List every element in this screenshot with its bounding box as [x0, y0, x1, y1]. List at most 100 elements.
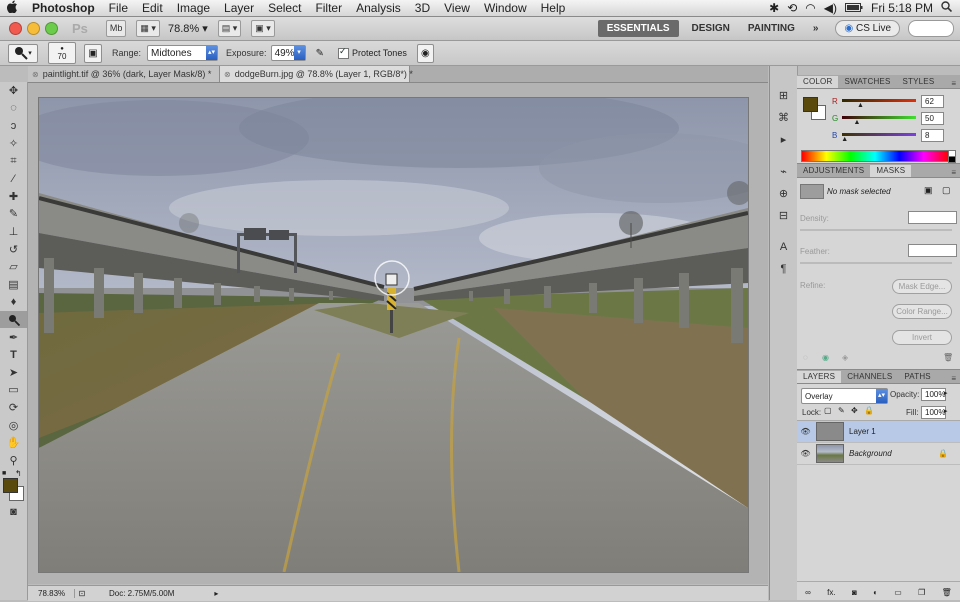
range-select[interactable]: Midtones ▴▾	[147, 45, 219, 61]
panel-menu-icon[interactable]: ≡	[951, 79, 960, 88]
menu-select[interactable]: Select	[261, 1, 308, 15]
history-icon[interactable]: ⌘	[770, 106, 797, 128]
status-menu-arrow-icon[interactable]: ▸	[214, 589, 218, 598]
close-tab-icon[interactable]: ⊗	[224, 70, 231, 79]
opacity-arrow-icon[interactable]: ▸	[944, 389, 948, 397]
new-layer-icon[interactable]: ❐	[918, 588, 925, 597]
mask-edge-button[interactable]: Mask Edge...	[892, 279, 952, 294]
visibility-eye-icon[interactable]: 👁	[797, 427, 814, 436]
fill-arrow-icon[interactable]: ▸	[944, 407, 948, 415]
marquee-tool-icon[interactable]: ◌	[0, 100, 27, 118]
swap-colors-icon[interactable]: ↰	[15, 469, 22, 478]
new-group-icon[interactable]: ▭	[894, 588, 902, 597]
window-zoom-button[interactable]	[45, 22, 58, 35]
blue-value-input[interactable]: 8	[921, 129, 944, 142]
window-minimize-button[interactable]	[27, 22, 40, 35]
volume-icon[interactable]: ◀)	[824, 1, 837, 15]
feather-slider[interactable]	[800, 262, 952, 264]
character-icon[interactable]: A	[770, 236, 797, 258]
tab-paintlight[interactable]: ⊗ paintlight.tif @ 36% (dark, Layer Mask/…	[28, 66, 220, 82]
path-selection-tool-icon[interactable]: ➤	[0, 364, 27, 382]
tab-masks[interactable]: MASKS	[870, 165, 912, 177]
crop-tool-icon[interactable]: ⌗	[0, 152, 27, 170]
tool-presets-icon[interactable]: ⊟	[770, 204, 797, 226]
delete-layer-icon[interactable]: 🗑	[942, 588, 952, 597]
menu-filter[interactable]: Filter	[308, 1, 349, 15]
tool-preset-picker[interactable]: ▾	[8, 43, 38, 63]
tab-color[interactable]: COLOR	[797, 76, 839, 88]
menu-3d[interactable]: 3D	[408, 1, 437, 15]
fill-input[interactable]: 100%	[921, 406, 946, 419]
menu-help[interactable]: Help	[534, 1, 573, 15]
lock-transparent-icon[interactable]: ▢	[824, 406, 832, 415]
apple-icon[interactable]	[0, 0, 25, 16]
panel-menu-icon[interactable]: ≡	[951, 168, 960, 177]
protect-tones-checkbox[interactable]: Protect Tones	[337, 46, 407, 59]
color-range-button[interactable]: Color Range...	[892, 304, 952, 319]
wifi-icon[interactable]: ◠	[805, 1, 815, 15]
tab-adjustments[interactable]: ADJUSTMENTS	[797, 165, 870, 177]
red-slider-thumb-icon[interactable]: ▲	[857, 102, 864, 109]
brush-presets-icon[interactable]: ⌁	[770, 160, 797, 182]
load-selection-icon[interactable]: ◌	[803, 353, 808, 362]
eraser-tool-icon[interactable]: ▱	[0, 258, 27, 276]
airbrush-icon[interactable]: ✎	[316, 48, 324, 59]
menu-file[interactable]: File	[102, 1, 135, 15]
menu-edit[interactable]: Edit	[135, 1, 170, 15]
battery-icon[interactable]	[844, 1, 863, 15]
clone-stamp-tool-icon[interactable]: ⊥	[0, 223, 27, 241]
brush-panel-toggle-icon[interactable]: ▣	[84, 43, 102, 63]
workspace-painting[interactable]: PAINTING	[739, 23, 804, 34]
foreground-color-swatch[interactable]	[3, 478, 18, 494]
type-tool-icon[interactable]: T	[0, 346, 27, 364]
arrange-documents-icon[interactable]: ▤ ▾	[217, 20, 242, 37]
lasso-tool-icon[interactable]: ↄ	[0, 117, 27, 135]
color-spectrum-ramp[interactable]	[801, 150, 949, 162]
time-machine-icon[interactable]: ⟲	[787, 1, 797, 15]
cs-live-button[interactable]: ◉ CS Live	[835, 20, 900, 37]
new-adjustment-icon[interactable]: ◐	[873, 588, 878, 597]
search-field[interactable]	[908, 20, 954, 37]
layer-style-icon[interactable]: fx.	[827, 588, 835, 597]
green-value-input[interactable]: 50	[921, 112, 944, 125]
gradient-tool-icon[interactable]: ▤	[0, 276, 27, 294]
vector-mask-icon[interactable]: ▢	[942, 185, 951, 196]
clone-source-icon[interactable]: ⊕	[770, 182, 797, 204]
blur-tool-icon[interactable]: ♦	[0, 293, 27, 311]
panel-menu-icon[interactable]: ≡	[951, 374, 960, 383]
window-close-button[interactable]	[9, 22, 22, 35]
eyedropper-tool-icon[interactable]: ⁄	[0, 170, 27, 188]
menu-layer[interactable]: Layer	[217, 1, 261, 15]
hand-tool-icon[interactable]: ✋	[0, 434, 27, 452]
status-zoom[interactable]: 78.83%	[28, 589, 75, 598]
3d-orbit-tool-icon[interactable]: ◎	[0, 416, 27, 434]
default-colors-icon[interactable]: ■	[2, 470, 6, 477]
view-extras-icon[interactable]: ▦ ▾	[136, 20, 160, 37]
workspace-design[interactable]: DESIGN	[683, 23, 739, 34]
toggle-mask-icon[interactable]: ◉	[822, 353, 829, 362]
tab-paths[interactable]: PATHS	[898, 371, 936, 383]
quick-mask-icon[interactable]: ◙	[0, 503, 27, 521]
layer-row-layer-1[interactable]: 👁 Layer 1	[797, 421, 960, 443]
actions-icon[interactable]: ▸	[770, 128, 797, 150]
invert-button[interactable]: Invert	[892, 330, 952, 345]
status-info-icon[interactable]: ⊡	[75, 589, 89, 598]
layer-row-background[interactable]: 👁 Background 🔒	[797, 443, 960, 465]
tab-styles[interactable]: STYLES	[897, 76, 941, 88]
shape-tool-icon[interactable]: ▭	[0, 381, 27, 399]
brush-tool-icon[interactable]: ✎	[0, 205, 27, 223]
mini-bridge-icon[interactable]: ⊞	[770, 84, 797, 106]
paragraph-icon[interactable]: ¶	[770, 258, 797, 280]
close-tab-icon[interactable]: ⊗	[32, 70, 39, 79]
green-slider-thumb-icon[interactable]: ▲	[854, 119, 861, 126]
zoom-level-menu[interactable]: 78.8% ▾	[168, 22, 208, 35]
black-swatch[interactable]	[948, 156, 956, 163]
zoom-tool-icon[interactable]: ⚲	[0, 451, 27, 469]
document-image[interactable]	[38, 97, 749, 573]
pixel-mask-icon[interactable]: ▣	[924, 185, 933, 196]
bluetooth-icon[interactable]: ✱	[769, 1, 779, 15]
density-input[interactable]	[908, 211, 957, 224]
tab-dodgeburn[interactable]: ⊗ dodgeBurn.jpg @ 78.8% (Layer 1, RGB/8*)…	[220, 66, 413, 82]
3d-rotate-tool-icon[interactable]: ⟳	[0, 399, 27, 417]
mini-bridge-button[interactable]: Mb	[105, 20, 127, 37]
